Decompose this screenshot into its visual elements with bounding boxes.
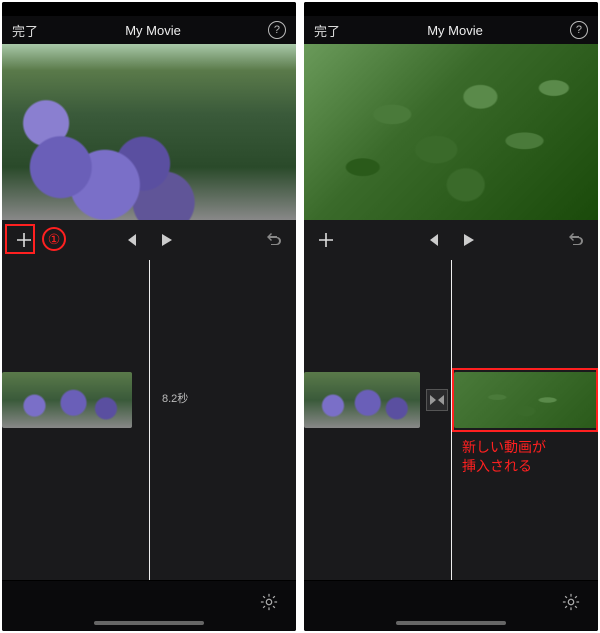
annotation-line-1: 新しい動画が <box>462 439 546 455</box>
edit-toolbar <box>304 220 598 260</box>
undo-button[interactable] <box>258 225 288 255</box>
project-title: My Movie <box>427 23 483 38</box>
phone-right: 完了 My Movie ? 新しい動画が 挿入される <box>304 2 598 631</box>
phone-left: 完了 My Movie ? ① 8.2秒 <box>2 2 296 631</box>
annotation-badge-1: ① <box>42 227 66 251</box>
home-indicator[interactable] <box>94 621 204 625</box>
skip-back-button[interactable] <box>417 225 447 255</box>
bottom-bar <box>2 581 296 631</box>
add-media-button[interactable] <box>312 226 340 254</box>
edit-toolbar: ① <box>2 220 296 260</box>
help-icon[interactable]: ? <box>268 21 286 39</box>
timeline[interactable]: 8.2秒 <box>2 260 296 580</box>
play-button[interactable] <box>151 225 181 255</box>
preview-viewer[interactable] <box>304 44 598 220</box>
done-button[interactable]: 完了 <box>12 21 38 40</box>
playhead[interactable] <box>149 260 150 580</box>
annotation-line-2: 挿入される <box>462 458 532 474</box>
settings-button[interactable] <box>556 587 586 617</box>
clip-1[interactable] <box>2 372 132 428</box>
timeline[interactable]: 新しい動画が 挿入される <box>304 260 598 580</box>
top-bar: 完了 My Movie ? <box>2 16 296 44</box>
top-bar: 完了 My Movie ? <box>304 16 598 44</box>
transition-icon[interactable] <box>426 389 448 411</box>
undo-button[interactable] <box>560 225 590 255</box>
playhead[interactable] <box>451 260 452 580</box>
home-indicator[interactable] <box>396 621 506 625</box>
clip-1[interactable] <box>304 372 420 428</box>
help-icon[interactable]: ? <box>570 21 588 39</box>
preview-viewer[interactable] <box>2 44 296 220</box>
clip-2-new[interactable] <box>454 372 598 428</box>
done-button[interactable]: 完了 <box>314 21 340 40</box>
skip-back-button[interactable] <box>115 225 145 255</box>
add-media-button[interactable] <box>10 226 38 254</box>
bottom-bar <box>304 581 598 631</box>
status-bar <box>2 2 296 16</box>
clip-duration-label: 8.2秒 <box>162 390 188 406</box>
status-bar <box>304 2 598 16</box>
play-button[interactable] <box>453 225 483 255</box>
settings-button[interactable] <box>254 587 284 617</box>
project-title: My Movie <box>125 23 181 38</box>
annotation-text: 新しい動画が 挿入される <box>462 438 546 476</box>
